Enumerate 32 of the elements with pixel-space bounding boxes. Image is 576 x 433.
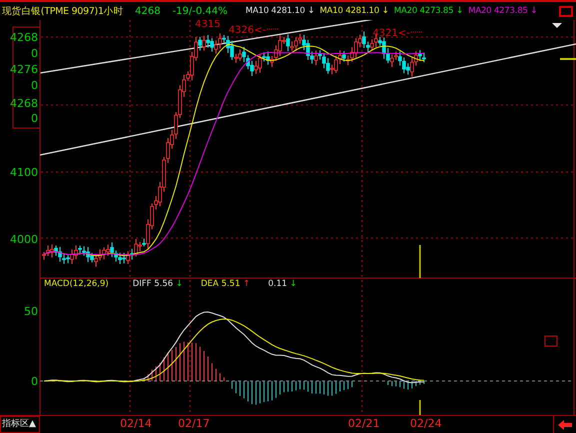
price-axis-label: 4000: [10, 233, 38, 246]
moving-average-label: MA20 4273.85 ↓: [468, 6, 538, 16]
price-axis-label: 4100: [10, 166, 38, 179]
dropdown-icon[interactable]: [552, 23, 562, 28]
price-change: -19/-0.44%: [172, 6, 228, 16]
macd-value: DIFF 5.56 ↓: [132, 279, 183, 289]
macd-axis-label: 50: [24, 305, 38, 318]
maximize-icon[interactable]: [559, 6, 573, 16]
moving-average-label: MA20 4273.85 ↓: [394, 6, 464, 16]
macd-title: MACD(12,26,9): [44, 279, 109, 289]
price-popup-value: 0: [31, 47, 38, 60]
volume-marker-line: [419, 245, 421, 278]
price-popup-value: 0: [31, 112, 38, 125]
macd-axis-label: 0: [31, 375, 38, 388]
price-popup-value: 0: [31, 79, 38, 92]
macd-value: DEA 5.51 ↑: [200, 279, 250, 289]
peak-price-label: 4321<-: [372, 28, 410, 39]
date-label: 02/24: [410, 417, 442, 430]
moving-average-label: MA10 4281.10 ↓: [320, 6, 390, 16]
peak-price-label: 4326<-: [228, 25, 266, 36]
macd-value: 0.11 ↓: [268, 279, 297, 289]
price-marker-line: [560, 58, 576, 60]
chart-title: 现货白银(TPME 9097)1小时: [2, 4, 123, 18]
date-label: 02/17: [178, 417, 210, 430]
last-price: 4268: [134, 6, 160, 16]
date-label: 02/21: [348, 417, 380, 430]
moving-average-label: MA10 4281.10 ↓: [246, 6, 315, 16]
volume-marker-line: [419, 400, 421, 415]
leader-line: [266, 28, 278, 30]
expand-icon[interactable]: [544, 336, 558, 346]
date-label: 02/14: [120, 417, 152, 430]
indicator-area-tab[interactable]: 指标区▲: [0, 416, 40, 433]
